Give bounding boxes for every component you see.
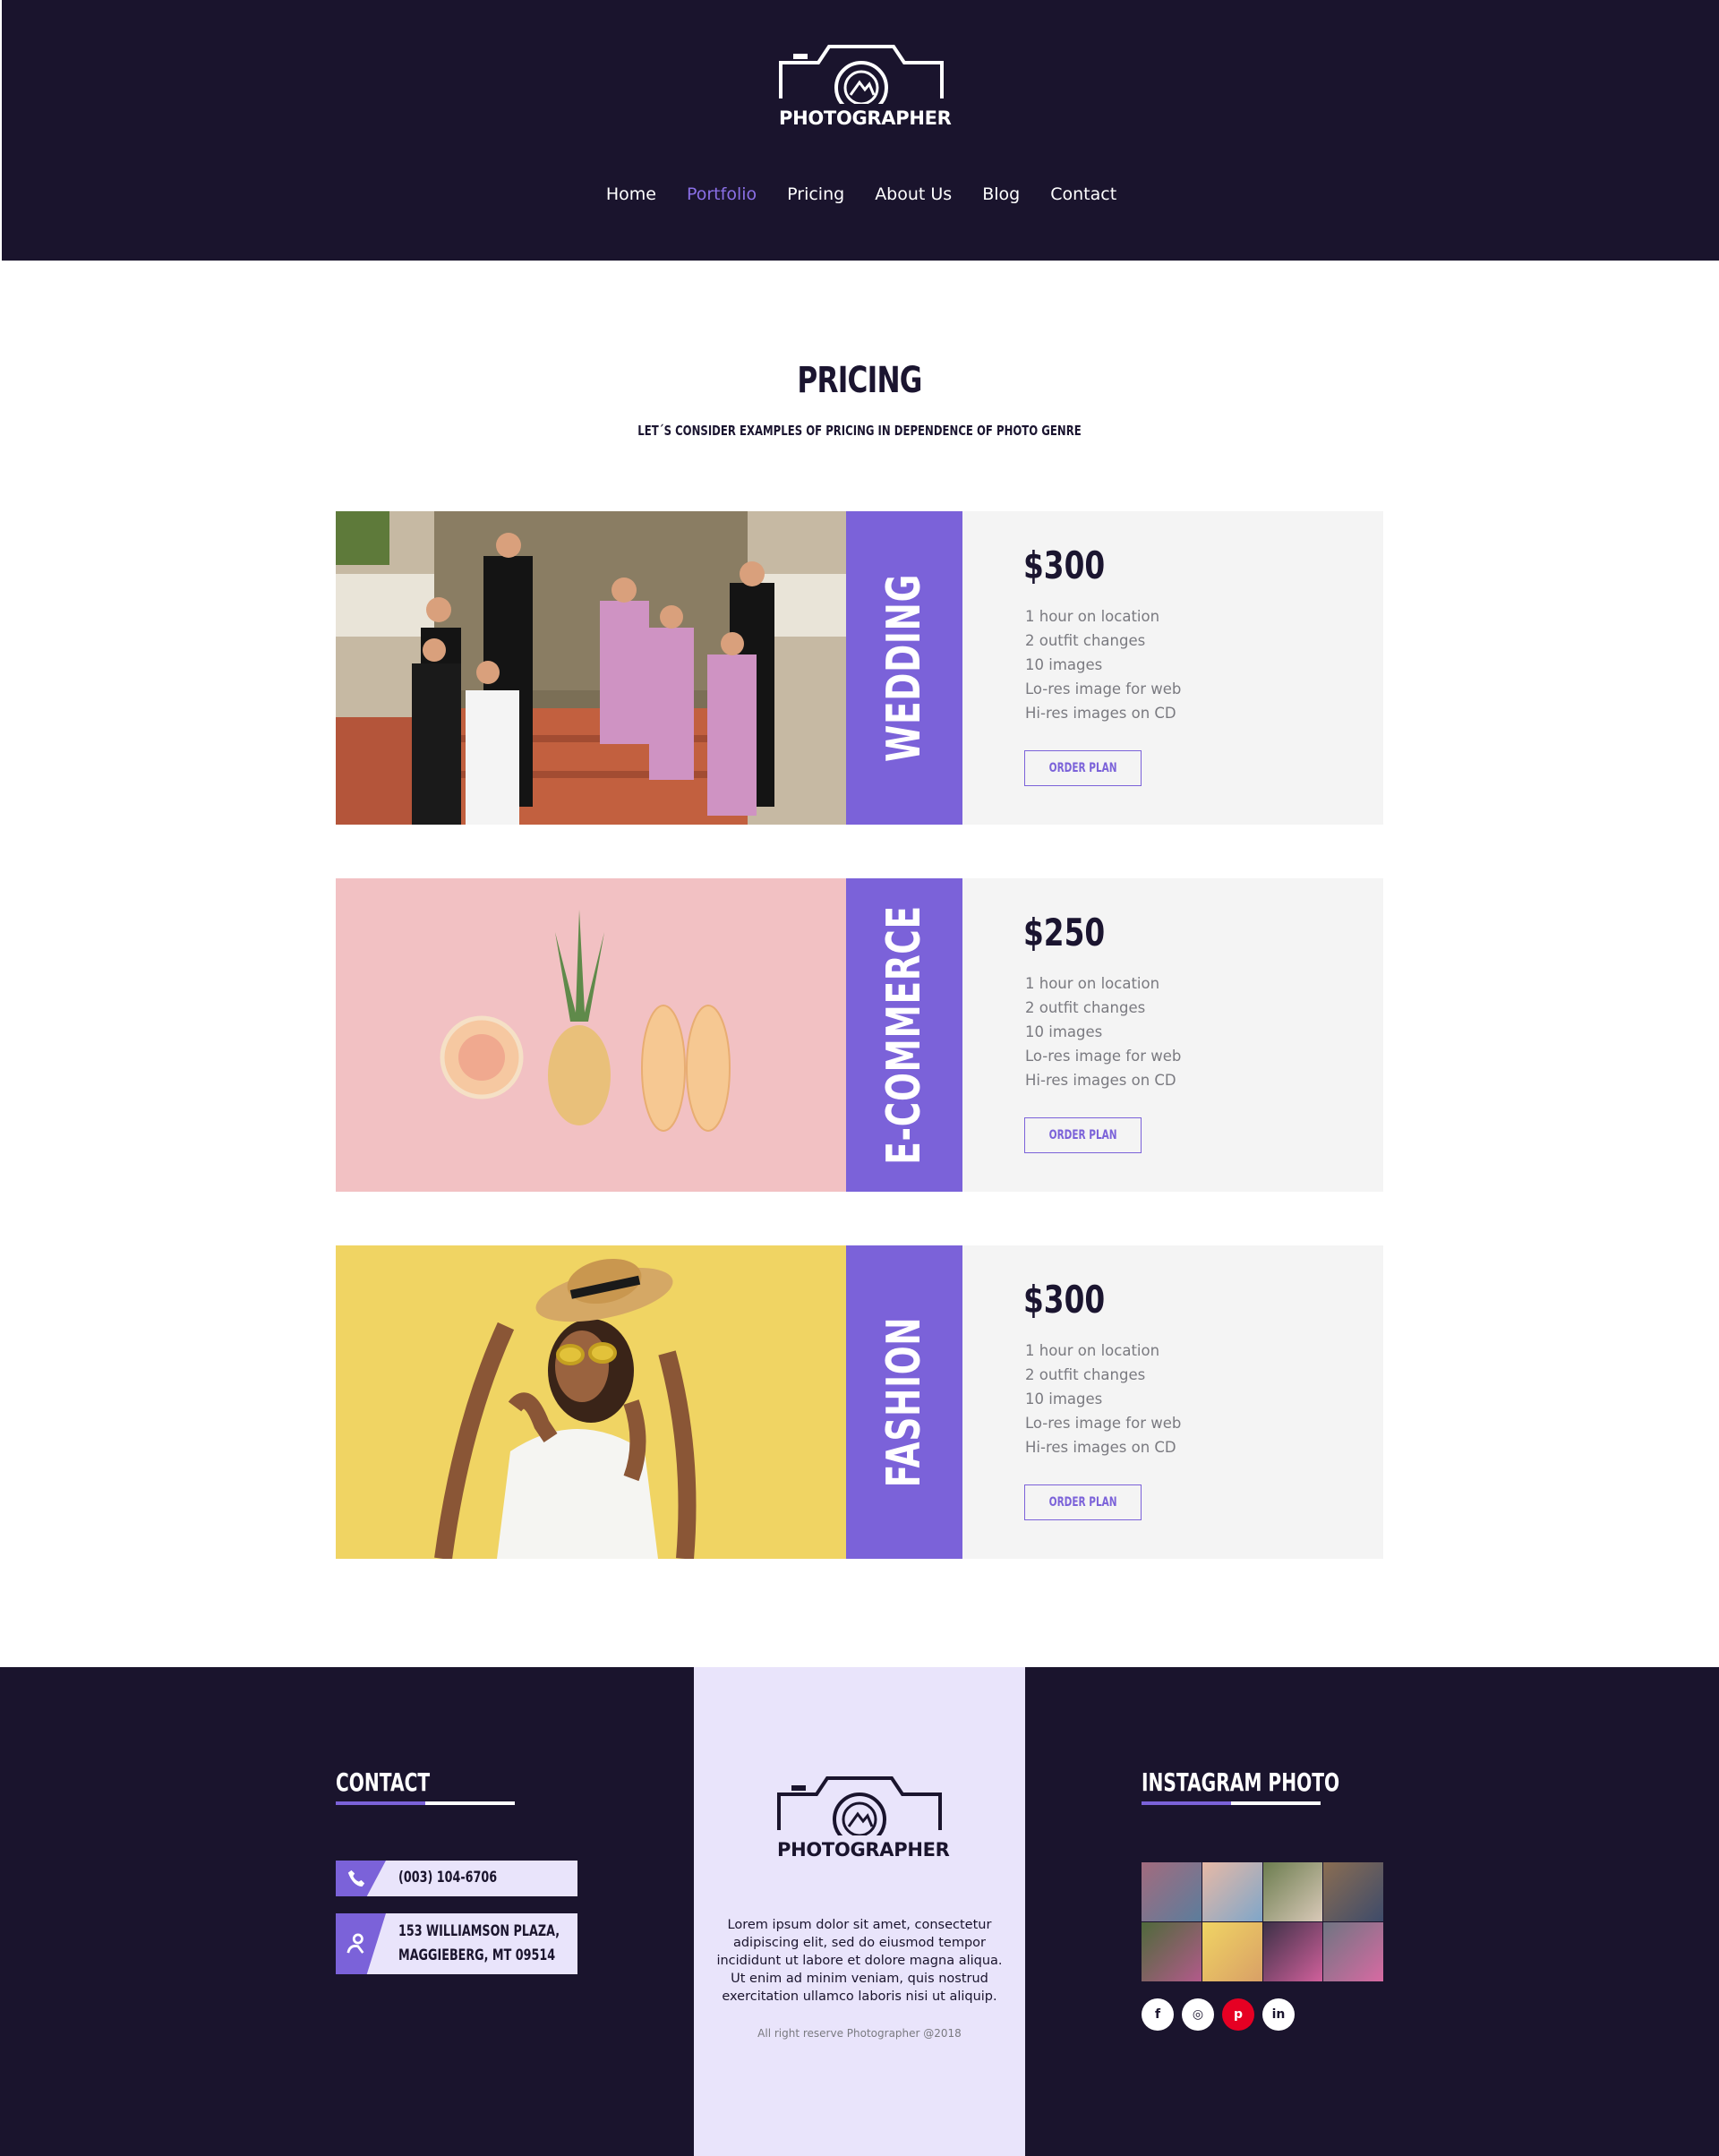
feature-item: 10 images	[1025, 1390, 1103, 1407]
contact-phone[interactable]: (003) 104-6706	[336, 1861, 577, 1896]
footer-brand-logo[interactable]: PHOTOGRAPHER	[777, 1775, 950, 1861]
facebook-icon[interactable]: f	[1142, 1998, 1174, 2031]
plan-features: 1 hour on location 2 outfit changes 10 i…	[1025, 1339, 1181, 1459]
instagram-heading-underline	[1142, 1801, 1321, 1805]
brand-logo[interactable]: PHOTOGRAPHER	[779, 43, 952, 129]
address-line-1: 153 WILLIAMSON PLAZA,	[398, 1922, 560, 1940]
feature-item: Lo-res image for web	[1025, 1048, 1182, 1065]
wedding-genre-band: WEDDING	[846, 511, 962, 825]
pricing-title: PRICING	[797, 360, 922, 401]
feature-item: Hi-res images on CD	[1025, 1072, 1176, 1089]
instagram-thumb[interactable]	[1142, 1862, 1202, 1921]
copyright: All right reserve Photographer @2018	[757, 2027, 962, 2040]
genre-label: FASHION	[877, 1316, 931, 1488]
camera-icon	[777, 1776, 942, 1835]
pricing-card-ecommerce: E-COMMERCE $250 1 hour on location 2 out…	[336, 878, 1383, 1192]
order-plan-button[interactable]: ORDER PLAN	[1024, 750, 1142, 786]
feature-item: 1 hour on location	[1025, 608, 1160, 625]
nav-blog[interactable]: Blog	[982, 184, 1020, 204]
genre-label: E-COMMERCE	[877, 905, 931, 1165]
feature-item: 10 images	[1025, 1023, 1103, 1040]
feature-item: Lo-res image for web	[1025, 1415, 1182, 1432]
nav-about-us[interactable]: About Us	[875, 184, 952, 204]
phone-number: (003) 104-6706	[398, 1869, 498, 1886]
order-plan-button[interactable]: ORDER PLAN	[1024, 1484, 1142, 1520]
plan-price: $300	[1023, 543, 1106, 587]
instagram-thumb[interactable]	[1323, 1862, 1383, 1921]
feature-item: 1 hour on location	[1025, 1342, 1160, 1359]
footer-description: Lorem ipsum dolor sit amet, consectetur …	[716, 1918, 1003, 2004]
instagram-icon[interactable]: ◎	[1182, 1998, 1214, 2031]
genre-label: WEDDING	[877, 573, 931, 763]
location-icon	[336, 1913, 386, 1974]
footer-brand-name: PHOTOGRAPHER	[777, 1839, 950, 1861]
instagram-heading: INSTAGRAM PHOTO	[1142, 1767, 1340, 1797]
phone-icon	[336, 1861, 386, 1896]
camera-icon	[779, 45, 944, 104]
instagram-thumb[interactable]	[1202, 1862, 1262, 1921]
pinterest-icon[interactable]: p	[1222, 1998, 1254, 2031]
nav-contact[interactable]: Contact	[1050, 184, 1116, 204]
nav-home[interactable]: Home	[606, 184, 656, 204]
instagram-thumb[interactable]	[1202, 1922, 1262, 1981]
feature-item: 2 outfit changes	[1025, 632, 1146, 649]
wedding-photo	[336, 511, 846, 825]
contact-address[interactable]: 153 WILLIAMSON PLAZA, MAGGIEBERG, MT 095…	[336, 1913, 577, 1974]
instagram-thumb[interactable]	[1323, 1922, 1383, 1981]
pricing-subtitle: LET´S CONSIDER EXAMPLES OF PRICING IN DE…	[637, 423, 1082, 439]
footer-brand-panel	[694, 1667, 1025, 2156]
instagram-thumb[interactable]	[1262, 1922, 1323, 1981]
social-links: f ◎ p in	[1142, 1998, 1295, 2031]
fashion-genre-band: FASHION	[846, 1245, 962, 1559]
feature-item: 1 hour on location	[1025, 975, 1160, 992]
feature-item: Lo-res image for web	[1025, 680, 1182, 697]
brand-name: PHOTOGRAPHER	[779, 107, 952, 129]
contact-heading-underline	[336, 1801, 515, 1805]
instagram-thumb[interactable]	[1262, 1862, 1323, 1921]
plan-features: 1 hour on location 2 outfit changes 10 i…	[1025, 971, 1181, 1092]
plan-features: 1 hour on location 2 outfit changes 10 i…	[1025, 604, 1181, 725]
plan-price: $300	[1023, 1278, 1106, 1322]
feature-item: Hi-res images on CD	[1025, 705, 1176, 722]
feature-item: 10 images	[1025, 656, 1103, 673]
ecommerce-photo	[336, 878, 846, 1192]
order-plan-button[interactable]: ORDER PLAN	[1024, 1117, 1142, 1153]
site-header: PHOTOGRAPHER Home Portfolio Pricing Abou…	[0, 0, 1719, 261]
instagram-thumb[interactable]	[1142, 1922, 1202, 1981]
address-line-2: MAGGIEBERG, MT 09514	[398, 1946, 556, 1964]
fashion-photo	[336, 1245, 846, 1559]
linkedin-icon[interactable]: in	[1262, 1998, 1295, 2031]
plan-price: $250	[1023, 911, 1106, 954]
main-nav: Home Portfolio Pricing About Us Blog Con…	[2, 184, 1719, 204]
ecommerce-genre-band: E-COMMERCE	[846, 878, 962, 1192]
contact-heading: CONTACT	[336, 1767, 431, 1797]
feature-item: 2 outfit changes	[1025, 999, 1146, 1016]
site-footer: PHOTOGRAPHER	[0, 1667, 1719, 2156]
feature-item: 2 outfit changes	[1025, 1366, 1146, 1383]
pricing-card-wedding: WEDDING $300 1 hour on location 2 outfit…	[336, 511, 1383, 825]
feature-item: Hi-res images on CD	[1025, 1439, 1176, 1456]
nav-portfolio[interactable]: Portfolio	[687, 184, 757, 204]
instagram-grid	[1142, 1862, 1383, 1981]
pricing-card-fashion: FASHION $300 1 hour on location 2 outfit…	[336, 1245, 1383, 1559]
nav-pricing[interactable]: Pricing	[787, 184, 844, 204]
